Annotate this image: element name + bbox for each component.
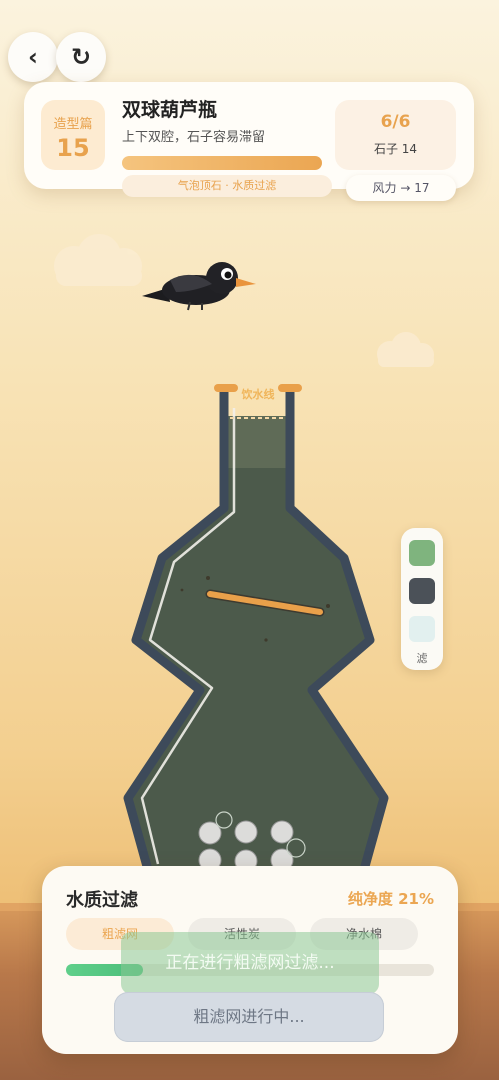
- level-title: 双球葫芦瓶: [122, 99, 218, 121]
- purity-readout: 纯净度 21%: [347, 890, 434, 908]
- back-icon: ‹: [28, 43, 38, 71]
- water-line-label: 饮水线: [241, 388, 275, 401]
- filter-swatch-green[interactable]: [409, 540, 435, 566]
- stone-label: 石子 14: [373, 142, 418, 156]
- level-subtitle: 上下双腔，石子容易滞留: [122, 130, 266, 145]
- stone-counter: 6/6 石子 14: [335, 100, 456, 170]
- filter-selector: 滤: [401, 528, 443, 670]
- back-button[interactable]: ‹: [8, 32, 58, 82]
- filter-swatch-light[interactable]: [409, 616, 435, 642]
- cloud-right: [377, 332, 434, 367]
- water: [130, 416, 382, 868]
- level-number: 15: [56, 134, 90, 162]
- panel-title: 水质过滤: [66, 890, 138, 911]
- filter-label: 滤: [416, 652, 428, 665]
- level-badge: 造型篇 15: [41, 100, 105, 170]
- crow[interactable]: [140, 258, 260, 314]
- cloud-left: [54, 234, 142, 286]
- level-progress-bar: [122, 156, 322, 170]
- level-card: 造型篇 15 双球葫芦瓶 上下双腔，石子容易滞留 气泡顶石 · 水质过滤 6/6…: [24, 82, 474, 197]
- level-category: 造型篇: [53, 117, 93, 132]
- water-quality-panel: 水质过滤 纯净度 21% 粗滤网 活性炭 净水棉 正在进行粗滤网过滤... 粗滤…: [42, 866, 458, 1054]
- wind-indicator: 风力 → 17: [346, 175, 456, 201]
- filter-action-button[interactable]: 粗滤网进行中...: [114, 992, 384, 1042]
- gourd-bottle[interactable]: [116, 378, 396, 878]
- stone-progress: 6/6: [380, 112, 411, 132]
- level-tag: 气泡顶石 · 水质过滤: [122, 175, 332, 197]
- reset-button[interactable]: ↻: [56, 32, 106, 82]
- reset-icon: ↻: [70, 43, 92, 71]
- filter-swatch-dark[interactable]: [409, 578, 435, 604]
- status-banner: 正在进行粗滤网过滤...: [121, 932, 379, 994]
